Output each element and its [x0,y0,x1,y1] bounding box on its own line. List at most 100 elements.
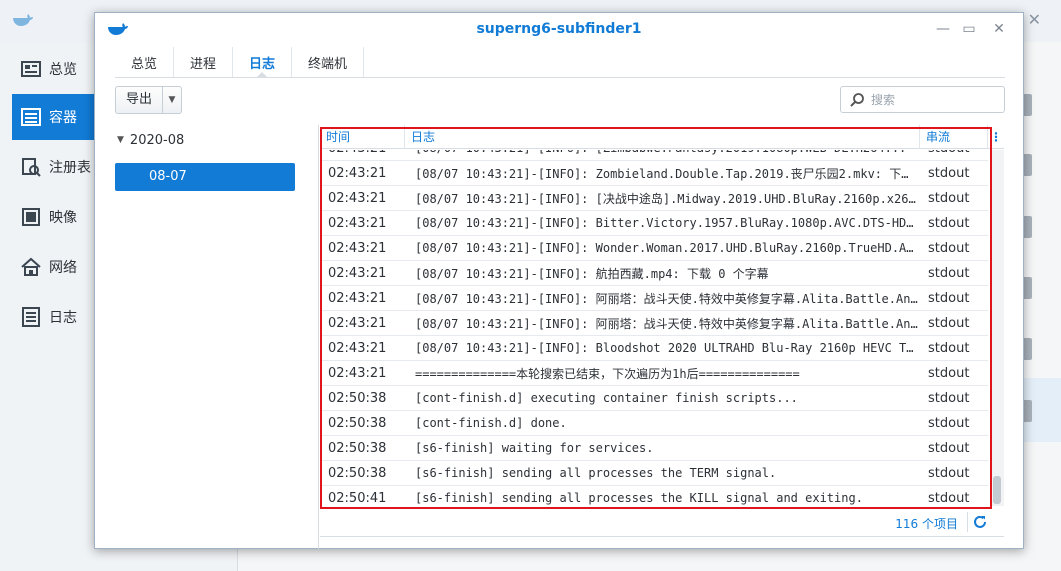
sidebar-item-label: 网络 [49,260,77,276]
cell-log: [08/07 10:43:21]-[INFO]: Wonder.Woman.20… [415,241,920,255]
cell-stream: stdout [928,490,970,506]
app-close-icon[interactable]: ✕ [1028,10,1041,29]
refresh-icon[interactable] [972,514,988,530]
cell-stream: stdout [928,215,970,231]
tab-terminal[interactable]: 终端机 [292,47,365,77]
image-icon [20,206,42,228]
minimize-icon[interactable]: — [933,19,953,39]
date-tree: ▼ 2020-08 08-07 [115,125,319,549]
tab-log[interactable]: 日志 [233,47,293,78]
table-row[interactable]: 02:43:21 [08/07 10:43:21]-[INFO]: Wonder.… [320,236,988,261]
cell-time: 02:43:21 [328,265,387,281]
cell-log: [s6-finish] sending all processes the KI… [415,491,863,505]
log-grid: 时间 日志 串流 ⋮ 02:43:21 [08/07 10:43:21]-[INF… [320,125,1004,506]
export-button[interactable]: 导出 [116,87,164,113]
scrollbar[interactable] [990,150,1004,506]
tree-node-month-label: 2020-08 [129,132,185,148]
column-header-log[interactable]: 日志 [405,125,920,149]
cell-time: 02:43:21 [320,150,405,156]
column-header-time[interactable]: 时间 [320,125,405,149]
cell-stream: stdout [928,265,970,281]
cell-stream: stdout [920,150,988,156]
column-header-stream[interactable]: 串流 [920,125,988,149]
search-box[interactable] [840,86,1005,113]
cell-time: 02:50:38 [328,415,387,431]
sidebar-item-label: 注册表 [49,160,91,176]
table-row[interactable]: 02:43:21 [08/07 10:43:21]-[INFO]: Zombiel… [320,161,988,186]
scrollbar-thumb[interactable] [993,476,1001,504]
network-icon [20,256,42,278]
docker-logo-icon [13,14,33,26]
cell-stream: stdout [928,340,970,356]
chevron-down-icon[interactable]: ▼ [163,95,181,105]
table-row[interactable]: 02:50:38 [cont-finish.d] done. stdout [320,411,988,436]
cell-stream: stdout [928,365,970,381]
table-row[interactable]: 02:43:21[08/07 10:43:21]-[INFO]: [Zimbab… [320,150,988,161]
search-input[interactable] [871,92,991,107]
tree-node-day[interactable]: 08-07 [115,163,295,191]
cell-stream: stdout [928,190,970,206]
cell-log: [08/07 10:43:21]-[INFO]: 阿丽塔：战斗天使.特效中英修复… [415,291,920,306]
footer-divider [967,512,968,532]
cell-log: [08/07 10:43:21]-[INFO]: 航拍西藏.mp4: 下载 0 … [415,266,769,281]
table-row[interactable]: 02:50:38 [cont-finish.d] executing contai… [320,386,988,411]
sidebar-item-label: 日志 [49,310,77,326]
cell-time: 02:43:21 [328,315,387,331]
log-icon [20,306,42,328]
cell-stream: stdout [928,465,970,481]
cell-log: [08/07 10:43:21]-[INFO]: Bitter.Victory.… [415,216,920,230]
table-row[interactable]: 02:43:21 [08/07 10:43:21]-[INFO]: Bloodsh… [320,336,988,361]
table-row[interactable]: 02:43:21 ==============本轮搜索已结束，下次遍历为1h后==… [320,361,988,386]
table-row[interactable]: 02:50:38 [s6-finish] waiting for services… [320,436,988,461]
close-icon[interactable]: ✕ [989,19,1009,39]
tab-bar: 总览 进程 日志 终端机 [115,47,1005,78]
cell-log: [s6-finish] sending all processes the TE… [415,466,777,480]
table-row[interactable]: 02:50:41 [s6-finish] sending all processe… [320,486,988,506]
container-icon [20,106,42,128]
cell-log: [s6-finish] waiting for services. [415,441,654,455]
cell-time: 02:43:21 [328,340,387,356]
cell-stream: stdout [928,315,970,331]
maximize-icon[interactable]: ▭ [959,19,979,39]
table-row[interactable]: 02:43:21 [08/07 10:43:21]-[INFO]: 航拍西藏.mp… [320,261,988,286]
column-menu-icon[interactable]: ⋮ [988,125,1004,149]
cell-stream: stdout [928,440,970,456]
cell-log: ==============本轮搜索已结束，下次遍历为1h后==========… [415,366,800,381]
cell-time: 02:50:38 [328,440,387,456]
table-row[interactable]: 02:43:21 [08/07 10:43:21]-[INFO]: Bitter.… [320,211,988,236]
tab-overview[interactable]: 总览 [115,47,175,77]
table-row[interactable]: 02:43:21 [08/07 10:43:21]-[INFO]: 阿丽塔：战斗天… [320,311,988,336]
grid-header: 时间 日志 串流 ⋮ [320,125,1004,149]
table-row[interactable]: 02:43:21 [08/07 10:43:21]-[INFO]: [决战中途岛]… [320,186,988,211]
cell-log: [08/07 10:43:21]-[INFO]: 阿丽塔：战斗天使.特效中英修复… [415,316,920,331]
cell-log: [08/07 10:43:21]-[INFO]: Zombieland.Doub… [415,166,920,181]
cell-time: 02:43:21 [328,240,387,256]
tree-node-month[interactable]: ▼ 2020-08 [117,129,184,151]
cell-time: 02:43:21 [328,190,387,206]
sidebar-item-label: 映像 [49,210,77,226]
cell-stream: stdout [928,165,970,181]
tab-processes[interactable]: 进程 [174,47,234,77]
grid-footer: 116 个项目 [320,508,1004,537]
registry-icon [20,156,42,178]
caret-down-icon[interactable]: ▼ [117,135,124,145]
cell-time: 02:43:21 [328,290,387,306]
grid-body[interactable]: 02:43:21[08/07 10:43:21]-[INFO]: [Zimbab… [320,150,988,506]
cell-stream: stdout [928,240,970,256]
search-icon [850,92,864,107]
window-title: superng6-subfinder1 [476,21,642,37]
cell-log: [08/07 10:43:21]-[INFO]: Bloodshot 2020 … [415,341,920,355]
cell-stream: stdout [928,415,970,431]
cell-log: [cont-finish.d] executing container fini… [415,391,798,405]
container-detail-window: superng6-subfinder1 — ▭ ✕ 总览 进程 日志 终端机 导… [94,12,1024,549]
table-row[interactable]: 02:43:21 [08/07 10:43:21]-[INFO]: 阿丽塔：战斗天… [320,286,988,311]
export-split-button[interactable]: 导出 ▼ [115,86,183,114]
cell-time: 02:50:38 [328,465,387,481]
table-row[interactable]: 02:50:38 [s6-finish] sending all processe… [320,461,988,486]
cell-log: [08/07 10:43:21]-[INFO]: [决战中途岛].Midway.… [415,191,920,206]
cell-time: 02:50:41 [328,490,387,506]
window-header: superng6-subfinder1 — ▭ ✕ [95,13,1023,47]
cell-stream: stdout [928,390,970,406]
cell-time: 02:43:21 [328,365,387,381]
app-content-edge [1024,42,1061,571]
